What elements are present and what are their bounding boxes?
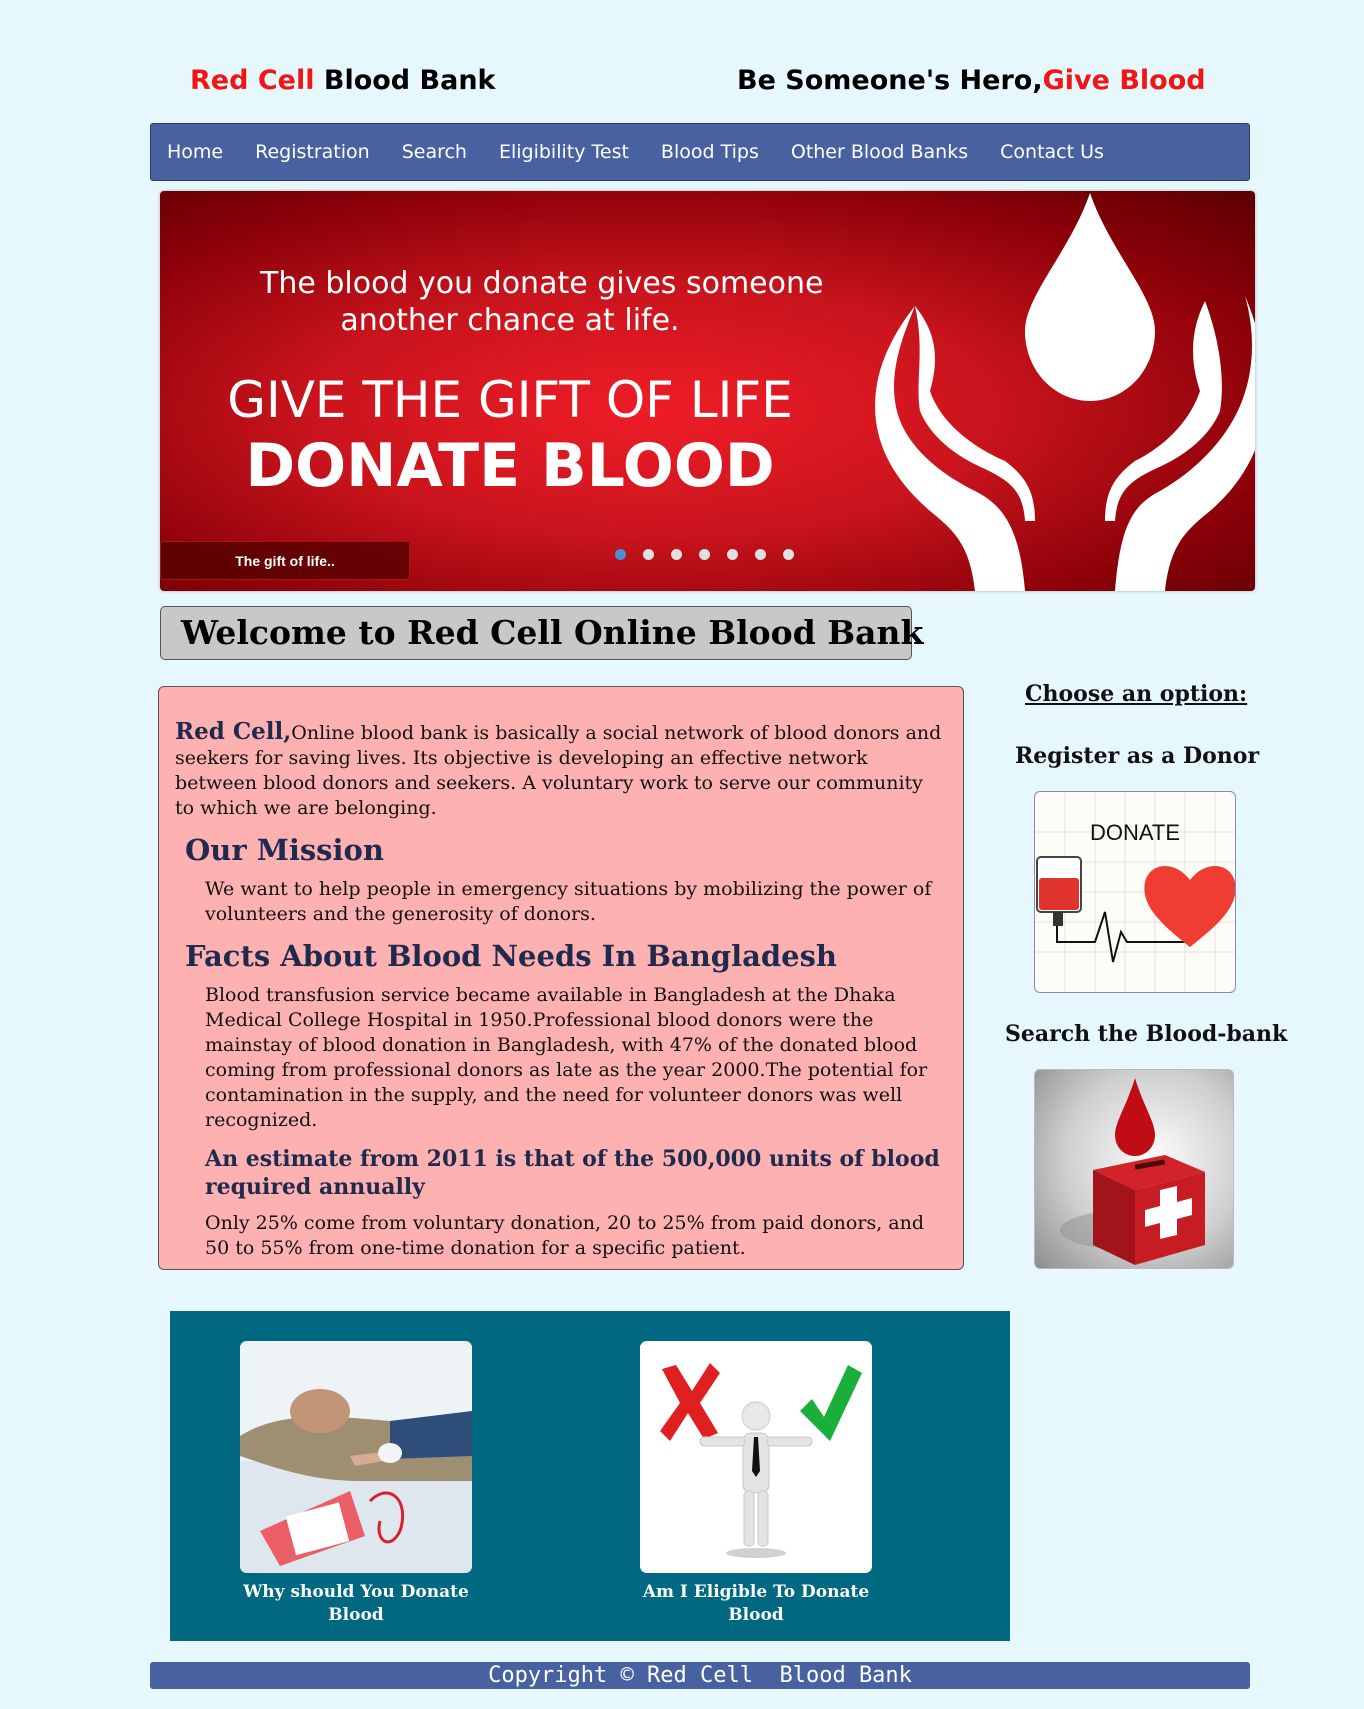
gallery-panel: Why should You Donate Blood Am I Eligibl… — [170, 1311, 1010, 1641]
main-navbar: Home Registration Search Eligibility Tes… — [150, 123, 1250, 181]
banner-line-2: another chance at life. — [340, 303, 680, 338]
welcome-heading: Welcome to Red Cell Online Blood Bank — [160, 606, 923, 660]
nav-item-home[interactable]: Home — [167, 141, 223, 163]
slider-dot[interactable] — [699, 549, 710, 560]
info-panel: Red Cell,Online blood bank is basically … — [158, 686, 964, 1270]
mission-text: We want to help people in emergency situ… — [205, 878, 932, 925]
nav-item-contact-us[interactable]: Contact Us — [1000, 141, 1104, 163]
donate-image-text: DONATE — [1090, 820, 1180, 845]
choose-option-label: Choose an option: — [1025, 681, 1248, 707]
nav-item-eligibility-test[interactable]: Eligibility Test — [499, 141, 629, 163]
donate-image-link[interactable]: DONATE — [1034, 791, 1236, 993]
nav-item-other-blood-banks[interactable]: Other Blood Banks — [791, 141, 968, 163]
slider-dot[interactable] — [643, 549, 654, 560]
eligibility-choice-image — [640, 1341, 872, 1573]
slider-dot[interactable] — [727, 549, 738, 560]
slogan-red-text: Give Blood — [1042, 65, 1206, 96]
intro-strong-text: Red Cell, — [175, 718, 292, 745]
intro-paragraph: Red Cell,Online blood bank is basically … — [175, 719, 947, 821]
mission-heading: Our Mission — [185, 833, 384, 867]
estimate-text: Only 25% come from voluntary donation, 2… — [205, 1212, 924, 1259]
search-image-link[interactable] — [1034, 1069, 1234, 1269]
site-slogan: Be Someone's Hero,Give Blood — [737, 65, 1206, 96]
slider-dot[interactable] — [671, 549, 682, 560]
site-brand: Red Cell Blood Bank — [190, 65, 496, 96]
hands-blood-drop-icon — [875, 193, 1255, 591]
hero-slider[interactable]: The blood you donate gives someone anoth… — [160, 191, 1255, 591]
patient-donating-image — [240, 1341, 472, 1573]
eligibility-caption[interactable]: Am I Eligible To Donate Blood — [620, 1581, 892, 1627]
brand-rest-text: Blood Bank — [314, 65, 496, 96]
register-donor-label[interactable]: Register as a Donor — [1015, 743, 1259, 769]
search-bloodbank-label[interactable]: Search the Blood-bank — [1005, 1021, 1287, 1047]
donate-reason-image-link[interactable] — [240, 1341, 472, 1573]
slogan-black-text: Be Someone's Hero, — [737, 65, 1043, 96]
slider-dot[interactable] — [755, 549, 766, 560]
blood-donation-box-icon — [1060, 1078, 1205, 1265]
slider-dot[interactable] — [783, 549, 794, 560]
nav-item-search[interactable]: Search — [402, 141, 467, 163]
slider-dots — [615, 549, 811, 560]
eligibility-image-link[interactable] — [640, 1341, 872, 1573]
estimate-heading: An estimate from 2011 is that of the 500… — [205, 1146, 940, 1200]
brand-red-text: Red Cell — [190, 65, 315, 96]
banner-line-1: The blood you donate gives someone — [260, 266, 824, 301]
facts-text: Blood transfusion service became availab… — [205, 984, 928, 1131]
facts-heading: Facts About Blood Needs In Bangladesh — [185, 939, 838, 973]
donate-reason-caption[interactable]: Why should You Donate Blood — [240, 1581, 472, 1627]
nav-item-blood-tips[interactable]: Blood Tips — [661, 141, 759, 163]
banner-line-3: GIVE THE GIFT OF LIFE — [227, 371, 793, 429]
slider-dot[interactable] — [615, 549, 626, 560]
slide-caption: The gift of life.. — [160, 541, 410, 580]
donate-heart-icon: DONATE — [1035, 792, 1235, 992]
footer-copyright: Copyright © Red Cell Blood Bank — [150, 1662, 1250, 1689]
banner-line-4: DONATE BLOOD — [245, 431, 775, 501]
nav-item-registration[interactable]: Registration — [255, 141, 370, 163]
